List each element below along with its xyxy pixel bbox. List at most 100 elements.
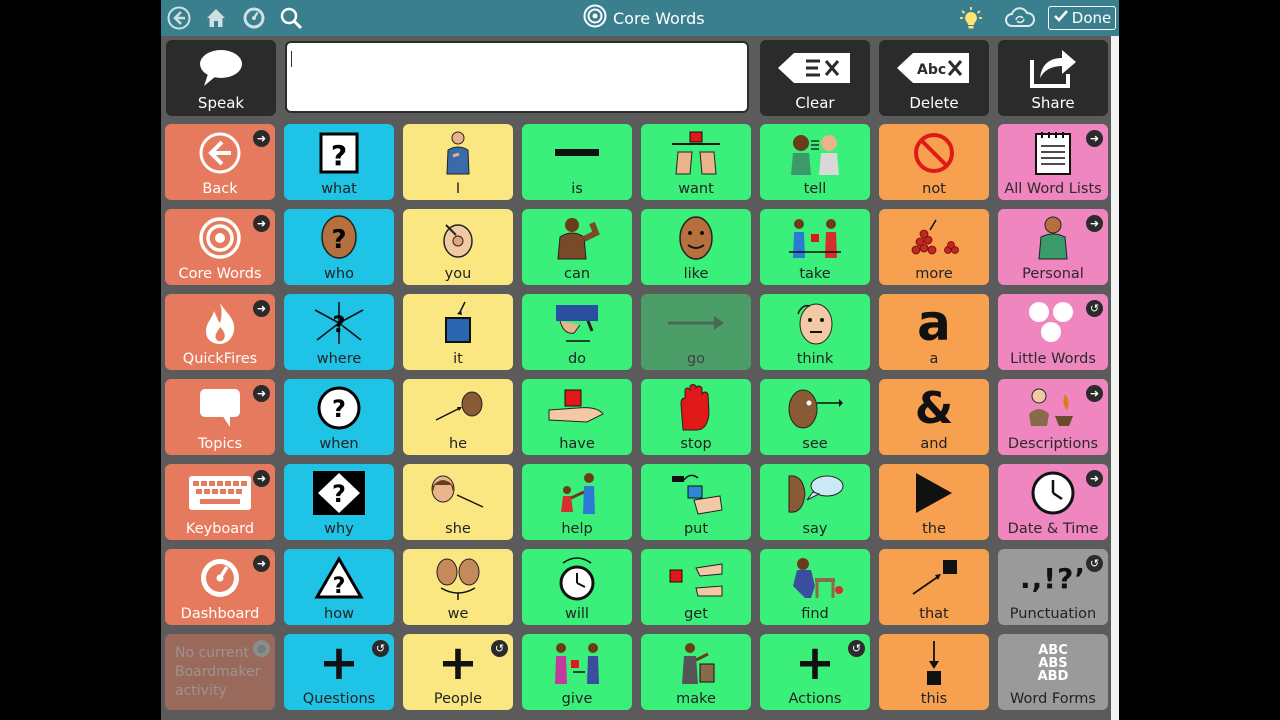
nav-back-button[interactable]: ➜ Back (165, 124, 275, 200)
word-tile-make[interactable]: make (641, 634, 751, 710)
word-tile-will[interactable]: will (522, 549, 632, 625)
folder-tile-all-word-lists[interactable]: ➜ All Word Lists (998, 124, 1108, 200)
link-arrow-icon: ➜ (1086, 215, 1103, 232)
word-tile-can[interactable]: can (522, 209, 632, 285)
word-tile-the[interactable]: the (879, 464, 989, 540)
word-tile-what[interactable]: ? what (284, 124, 394, 200)
word-tile-a[interactable]: a a (879, 294, 989, 370)
back-circle-icon[interactable] (166, 5, 192, 31)
link-arrow-icon: ➜ (253, 385, 270, 402)
folder-tile-punctuation[interactable]: .,!?’ ↺ Punctuation (998, 549, 1108, 625)
people-talking-icon (760, 128, 870, 178)
word-tile-put[interactable]: put (641, 464, 751, 540)
nav-quickfires-button[interactable]: ➜ QuickFires (165, 294, 275, 370)
word-tile-get[interactable]: get (641, 549, 751, 625)
word-tile-tell[interactable]: tell (760, 124, 870, 200)
search-icon[interactable] (278, 5, 304, 31)
prohibited-icon (879, 128, 989, 178)
diamond-question-icon: ? (284, 468, 394, 518)
word-tile-why[interactable]: ? why (284, 464, 394, 540)
arrow-square-far-icon (879, 553, 989, 603)
word-tile-he[interactable]: he (403, 379, 513, 455)
word-tile-it[interactable]: it (403, 294, 513, 370)
pointing-hand-icon (403, 213, 513, 263)
home-icon[interactable] (203, 5, 229, 31)
word-tile-have[interactable]: have (522, 379, 632, 455)
hand-placing-icon (641, 468, 751, 518)
nav-dashboard-button[interactable]: ➜ Dashboard (165, 549, 275, 625)
letter-a-glyph: a (917, 294, 951, 352)
word-tile-this[interactable]: this (879, 634, 989, 710)
delete-button[interactable]: Abc Delete (879, 40, 989, 116)
word-tile-and[interactable]: & and (879, 379, 989, 455)
word-tile-give[interactable]: give (522, 634, 632, 710)
word-tile-do[interactable]: do (522, 294, 632, 370)
link-arrow-icon: ➜ (253, 555, 270, 572)
arrows-question-icon: ? (284, 298, 394, 348)
share-button[interactable]: Share (998, 40, 1108, 116)
app-window: Core Words Done Speak Clear Abc Delete S… (161, 0, 1119, 720)
abc-line: ABS (1038, 655, 1068, 671)
share-label: Share (1031, 94, 1075, 112)
word-tile-want[interactable]: want (641, 124, 751, 200)
word-tile-say[interactable]: say (760, 464, 870, 540)
word-tile-take[interactable]: take (760, 209, 870, 285)
abc-letters-icon: ABC ABS ABD (998, 638, 1108, 688)
word-tile-like[interactable]: like (641, 209, 751, 285)
folder-tile-date-time[interactable]: ➜ Date & Time (998, 464, 1108, 540)
folder-tile-little-words[interactable]: ↺ Little Words (998, 294, 1108, 370)
word-label: I (455, 181, 461, 197)
folder-tile-descriptions[interactable]: ➜ Descriptions (998, 379, 1108, 455)
lightbulb-icon[interactable] (958, 5, 984, 31)
word-label: this (920, 691, 948, 707)
svg-text:?: ? (332, 480, 346, 508)
dashboard-gauge-icon[interactable] (241, 5, 267, 31)
arrow-square-icon (403, 298, 513, 348)
word-tile-more[interactable]: more (879, 209, 989, 285)
word-tile-where[interactable]: ? where (284, 294, 394, 370)
svg-text:?: ? (333, 313, 346, 338)
word-tile-she[interactable]: she (403, 464, 513, 540)
word-tile-who[interactable]: ? who (284, 209, 394, 285)
sync-cloud-icon[interactable] (1003, 5, 1037, 31)
nav-keyboard-button[interactable]: ➜ Keyboard (165, 464, 275, 540)
word-tile-help[interactable]: help (522, 464, 632, 540)
folder-tile-people[interactable]: + ↺ People (403, 634, 513, 710)
nav-core-words-button[interactable]: ➜ Core Words (165, 209, 275, 285)
nav-label: Core Words (178, 266, 262, 282)
word-tile-is[interactable]: is (522, 124, 632, 200)
word-tile-that[interactable]: that (879, 549, 989, 625)
hands-working-icon (522, 298, 632, 348)
boardmaker-status-text: No current Boardmaker activity (175, 645, 261, 699)
link-arrow-icon: ➜ (1086, 470, 1103, 487)
word-label: All Word Lists (1004, 181, 1102, 197)
done-button[interactable]: Done (1048, 6, 1116, 30)
word-tile-we[interactable]: we (403, 549, 513, 625)
word-label: can (563, 266, 591, 282)
folder-tile-personal[interactable]: ➜ Personal (998, 209, 1108, 285)
word-tile-see[interactable]: see (760, 379, 870, 455)
message-toolbar: Speak Clear Abc Delete Share (161, 36, 1119, 120)
triangle-question-icon: ? (284, 553, 394, 603)
word-tile-when[interactable]: ? when (284, 379, 394, 455)
word-tile-not[interactable]: not (879, 124, 989, 200)
folder-tile-questions[interactable]: + ↺ Questions (284, 634, 394, 710)
word-tile-think[interactable]: think (760, 294, 870, 370)
word-label: Punctuation (1009, 606, 1097, 622)
nav-topics-button[interactable]: ➜ Topics (165, 379, 275, 455)
word-tile-you[interactable]: you (403, 209, 513, 285)
folder-tile-word-forms[interactable]: ABC ABS ABD Word Forms (998, 634, 1108, 710)
message-window[interactable] (285, 41, 749, 113)
word-label: find (801, 606, 829, 622)
word-tile-stop[interactable]: stop (641, 379, 751, 455)
speak-button[interactable]: Speak (166, 40, 276, 116)
people-giving-icon (522, 638, 632, 688)
word-tile-go[interactable]: go (641, 294, 751, 370)
word-tile-how[interactable]: ? how (284, 549, 394, 625)
folder-tile-actions[interactable]: + ↺ Actions (760, 634, 870, 710)
word-tile-find[interactable]: find (760, 549, 870, 625)
clear-button[interactable]: Clear (760, 40, 870, 116)
word-tile-i[interactable]: I (403, 124, 513, 200)
hand-holding-icon (522, 383, 632, 433)
nav-label: Back (202, 181, 238, 197)
